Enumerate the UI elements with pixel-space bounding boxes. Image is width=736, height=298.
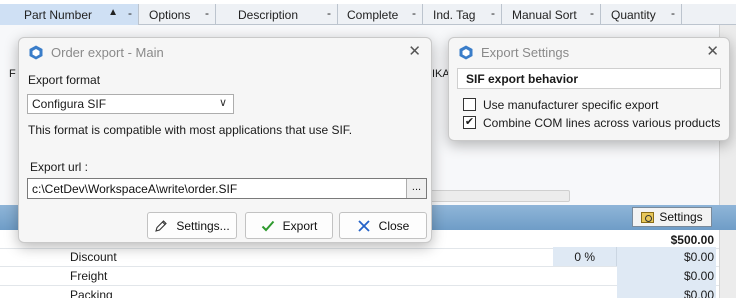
export-url-field[interactable]: ... xyxy=(27,178,427,199)
grid-header: Part Number ▲ - Options - Description - … xyxy=(0,4,736,25)
summary-settings-label: Settings xyxy=(659,210,703,224)
horizontal-scrollbar[interactable] xyxy=(420,190,570,202)
close-button[interactable]: Close xyxy=(339,212,427,239)
dialog-title: Export Settings xyxy=(481,44,570,60)
export-format-value: Configura SIF xyxy=(32,97,107,111)
sort-ascending-icon[interactable]: ▲ xyxy=(108,7,118,18)
summary-row-amount[interactable]: $0.00 xyxy=(617,247,716,266)
dialog-titlebar: Export Settings ✕ xyxy=(449,38,729,66)
combine-com-lines-checkbox[interactable]: ✔ xyxy=(463,116,476,129)
summary-row-label: Freight xyxy=(70,269,108,283)
summary-row-label: Discount xyxy=(70,250,117,264)
summary-settings-button[interactable]: Settings xyxy=(632,207,712,227)
settings-button-label: Settings... xyxy=(176,218,230,233)
column-label: Complete xyxy=(347,7,399,22)
export-format-select[interactable]: Configura SIF ∨ xyxy=(27,94,234,114)
summary-row[interactable]: Freight $0.00 xyxy=(0,266,736,285)
column-menu-dash[interactable]: - xyxy=(671,6,675,20)
checkmark-icon xyxy=(261,220,274,231)
summary-row-percent[interactable]: 0 % xyxy=(553,247,617,266)
column-header-part-number[interactable]: Part Number ▲ - xyxy=(0,4,139,25)
column-label: Quantity xyxy=(611,7,656,22)
export-button-label: Export xyxy=(282,218,318,233)
column-label: Ind. Tag xyxy=(433,7,476,22)
export-button[interactable]: Export xyxy=(245,212,333,239)
column-header-quantity[interactable]: Quantity - xyxy=(601,4,682,25)
column-header-description[interactable]: Description - xyxy=(216,4,338,25)
close-button-label: Close xyxy=(378,218,410,233)
export-url-label: Export url : xyxy=(30,160,89,174)
app-logo-icon xyxy=(459,45,473,59)
section-header: SIF export behavior xyxy=(457,68,721,89)
export-url-input[interactable] xyxy=(28,179,405,198)
summary-row-label: Packing xyxy=(70,288,113,298)
order-export-dialog: Order export - Main ✕ Export format Conf… xyxy=(18,37,432,243)
summary-row-amount[interactable]: $0.00 xyxy=(617,266,716,285)
column-header-ind-tag[interactable]: Ind. Tag - xyxy=(423,4,502,25)
column-menu-dash[interactable]: - xyxy=(327,6,331,20)
column-menu-dash[interactable]: - xyxy=(128,6,132,20)
vertical-scrollbar[interactable] xyxy=(719,230,736,298)
column-menu-dash[interactable]: - xyxy=(491,6,495,20)
combine-com-lines-label[interactable]: Combine COM lines across various product… xyxy=(483,116,720,130)
column-header-manual-sort[interactable]: Manual Sort - xyxy=(502,4,601,25)
column-label: Description xyxy=(238,7,299,22)
column-menu-dash[interactable]: - xyxy=(412,6,416,20)
column-label: Manual Sort xyxy=(512,7,577,22)
chevron-down-icon: ∨ xyxy=(218,97,227,109)
format-description: This format is compatible with most appl… xyxy=(28,123,353,137)
summary-row[interactable]: Discount 0 % $0.00 xyxy=(0,247,736,266)
manufacturer-export-checkbox[interactable] xyxy=(463,98,476,111)
column-menu-dash[interactable]: - xyxy=(205,6,209,20)
close-icon[interactable]: ✕ xyxy=(408,44,421,59)
browse-button[interactable]: ... xyxy=(406,179,426,198)
summary-row-amount[interactable]: $0.00 xyxy=(617,285,716,298)
dialog-titlebar: Order export - Main ✕ xyxy=(19,38,431,66)
summary-row[interactable]: Packing $0.00 xyxy=(0,285,736,298)
column-header-options[interactable]: Options - xyxy=(139,4,216,25)
manufacturer-export-label[interactable]: Use manufacturer specific export xyxy=(483,98,658,112)
app-logo-icon xyxy=(29,45,43,59)
settings-icon xyxy=(641,211,655,223)
export-settings-dialog: Export Settings ✕ SIF export behavior Us… xyxy=(448,37,730,141)
column-header-complete[interactable]: Complete - xyxy=(338,4,423,25)
dialog-title: Order export - Main xyxy=(51,44,164,60)
column-label: Part Number xyxy=(24,7,93,22)
column-label: Options xyxy=(149,7,191,22)
pencil-icon xyxy=(155,219,168,232)
close-icon[interactable]: ✕ xyxy=(706,44,719,59)
column-menu-dash[interactable]: - xyxy=(590,6,594,20)
export-format-label: Export format xyxy=(28,73,101,87)
settings-button[interactable]: Settings... xyxy=(147,212,237,239)
cell-fragment: F xyxy=(9,68,16,80)
close-x-icon xyxy=(358,219,370,232)
